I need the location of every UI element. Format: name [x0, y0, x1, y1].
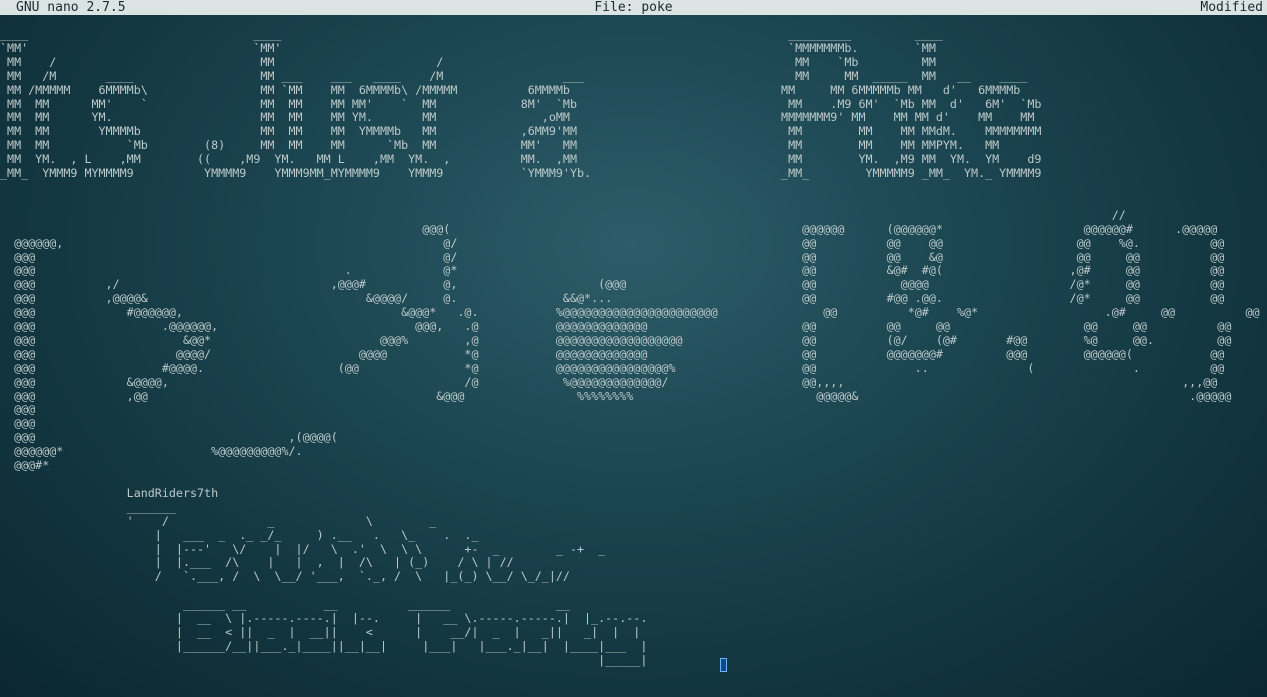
buffer-line[interactable]: `MM' `MM' `MMMMMMMb. `MM — [0, 41, 1267, 56]
buffer-line[interactable]: @@@ ,@@ &@@@ %%%%%%%% @@@@@& .@@@@@ — [0, 389, 1267, 404]
text-cursor — [720, 658, 727, 672]
buffer-line[interactable]: MM MM YMMMMb MM MM MM YMMMMb MM ,6MM9'MM… — [0, 124, 1267, 139]
buffer-line[interactable]: @@@ #@@@@. (@@ *@ @@@@@@@@@@@@@@@@% @@ .… — [0, 361, 1267, 376]
buffer-line[interactable]: |_____| — [0, 653, 1267, 668]
buffer-line[interactable] — [0, 195, 1267, 209]
buffer-line[interactable]: | |---' \/ | |/ \ .' \ \ \ +- _ _ -+ _ — [0, 542, 1267, 557]
nano-title-bar: File: poke GNU nano 2.7.5 Modified — [0, 0, 1267, 15]
buffer-line[interactable]: @@@ &@@@@, /@ %@@@@@@@@@@@@@/ @@,,,, ,,,… — [0, 375, 1267, 390]
buffer-line[interactable]: @@@@@@* %@@@@@@@@@%/. — [0, 444, 1267, 459]
buffer-line[interactable]: / `.___, / \ \__/ '___, `._, / \ |_(_) \… — [0, 569, 1267, 584]
buffer-line[interactable]: @@@ @@@@/ @@@@ *@ @@@@@@@@@@@@@ @@ @@@@@… — [0, 347, 1267, 362]
file-name-label: File: poke — [594, 0, 673, 15]
buffer-line[interactable]: | __ \ |.-----.----.| |--. | __ \.-----.… — [0, 611, 1267, 626]
buffer-line[interactable]: | __ < || _ | __|| < | __/| _ | _|| _| |… — [0, 625, 1267, 640]
buffer-line[interactable]: @@@ .@@@@@@, @@@, .@ @@@@@@@@@@@@@ @@ @@… — [0, 319, 1267, 334]
buffer-line[interactable]: MM /MMMMM 6MMMMb\ MM `MM MM 6MMMMb\ /MMM… — [0, 83, 1267, 98]
buffer-line[interactable]: // */. — [0, 208, 1267, 223]
buffer-line[interactable]: @@@( @@@@@@ (@@@@@@* @@@@@@# .@@@@@ — [0, 222, 1267, 237]
buffer-line[interactable]: @@@ . @* @@ &@# #@( ,@# @@ @@ — [0, 264, 1267, 278]
buffer-line[interactable] — [0, 181, 1267, 195]
buffer-line[interactable]: _MM_ YMMM9 MYMMMM9 YMMMM9 YMMM9MM_MYMMMM… — [0, 166, 1267, 181]
buffer-line[interactable]: _______ — [0, 500, 1267, 515]
buffer-line[interactable]: LandRiders7th — [0, 486, 1267, 501]
buffer-line[interactable]: @@@ ,@@@@& &@@@@/ @. &&@*... @@ #@@ .@@.… — [0, 291, 1267, 306]
buffer-line[interactable]: ' / _ \ _ — [0, 514, 1267, 529]
buffer-line[interactable]: MM / MM / MM `Mb MM — [0, 55, 1267, 70]
buffer-line[interactable]: @@@ — [0, 416, 1267, 431]
modified-status-label: Modified — [1200, 0, 1263, 15]
buffer-line[interactable]: ______ __ __ ______ __ — [0, 597, 1267, 612]
buffer-line[interactable]: @@@@@@, @/ @@ @@ @@ @@ %@. @@ — [0, 236, 1267, 251]
buffer-line[interactable]: @@@#* — [0, 458, 1267, 473]
buffer-line[interactable]: MM MM MM' ` MM MM MM MM' ` MM 8M' `Mb MM… — [0, 97, 1267, 112]
buffer-line[interactable]: MM /M ____ MM ___ ___ ____ /M ___ MM MM … — [0, 69, 1267, 84]
buffer-line[interactable]: MM MM `Mb (8) MM MM MM `Mb MM MM' MM MM … — [0, 138, 1267, 153]
buffer-line[interactable]: @@@ — [0, 403, 1267, 417]
buffer-line[interactable]: @@@ &@@* @@@% ,@ @@@@@@@@@@@@@@@@@@ @@ (… — [0, 333, 1267, 348]
buffer-line[interactable]: MM MM YM. MM MM MM YM. MM ,oMM MMMMMMM9'… — [0, 111, 1267, 125]
buffer-line[interactable]: | ___ _ ._ _/_ ) .__ . \_ . ._ — [0, 528, 1267, 543]
buffer-line[interactable]: @@@ ,/ ,@@@# @, (@@@ @@ @@@@ /@* @@ @@ — [0, 277, 1267, 292]
buffer-line[interactable]: @@@ ,(@@@@( — [0, 430, 1267, 445]
editor-version-label: GNU nano 2.7.5 — [16, 0, 126, 15]
buffer-line[interactable] — [0, 584, 1267, 598]
buffer-line[interactable] — [0, 473, 1267, 487]
buffer-line[interactable]: @@@ @/ @@ @@ &@ @@ @@ @@ — [0, 250, 1267, 265]
buffer-line[interactable]: |______/__||___._|____||__|__| |___| |__… — [0, 639, 1267, 654]
buffer-line[interactable]: | |.___ /\ | | , | /\ | (_) / \ | // — [0, 556, 1267, 570]
buffer-line[interactable]: @@@ #@@@@@@, &@@@* .@. %@@@@@@@@@@@@@@@@… — [0, 305, 1267, 320]
buffer-line[interactable]: ____ ____ _________ ____ — [0, 28, 1267, 42]
text-buffer[interactable]: ____ ____ _________ ____ `MM' `MM' `MMMM… — [0, 28, 1267, 688]
buffer-line[interactable]: MM YM. , L ,MM (( ,M9 YM. MM L ,MM YM. ,… — [0, 152, 1267, 167]
